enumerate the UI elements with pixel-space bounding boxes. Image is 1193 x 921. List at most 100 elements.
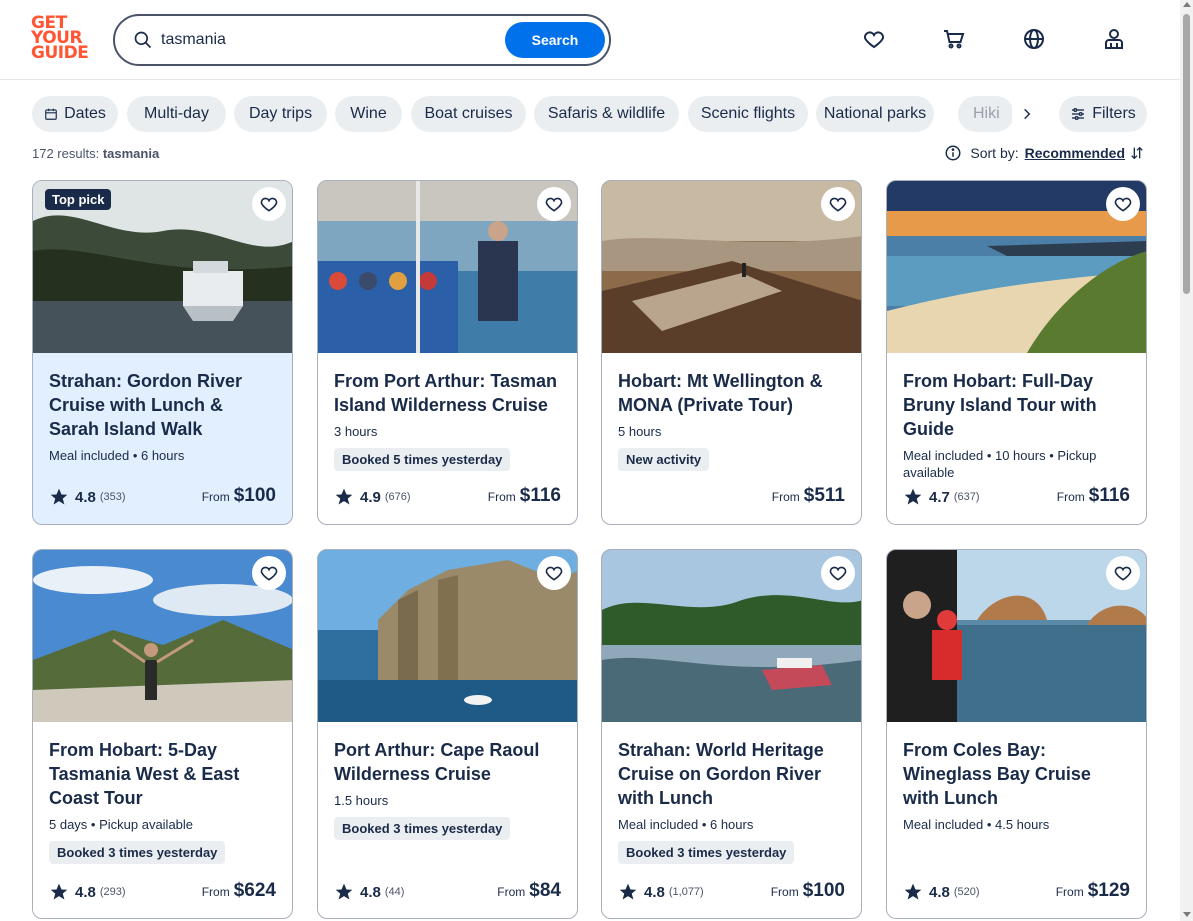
star-icon [904,883,922,900]
page-scrollbar[interactable] [1180,0,1193,921]
activity-title[interactable]: Hobart: Mt Wellington & MONA (Private To… [618,369,845,417]
price-from-label: From [201,490,230,504]
wishlist-button[interactable] [821,187,855,221]
chip-dates[interactable]: Dates [32,96,118,132]
cart-icon[interactable] [941,26,967,52]
filter-chips-row: Dates Multi-day Day trips Wine Boat crui… [32,96,1147,132]
star-icon [335,883,353,900]
activity-price: From $511 [772,485,845,507]
activity-card[interactable]: Port Arthur: Cape Raoul Wilderness Cruis… [317,549,578,919]
activity-title[interactable]: Strahan: World Heritage Cruise on Gordon… [618,738,845,810]
filters-label: Filters [1092,105,1136,122]
activity-meta: Meal included • 6 hours [618,817,754,832]
search-input[interactable] [161,26,501,54]
info-icon[interactable] [944,144,962,162]
results-query: tasmania [102,146,160,161]
price-from-label: From [771,490,800,504]
activity-rating: 4.8 (1,077) [618,882,704,902]
rating-value: 4.8 [75,488,96,506]
scroll-down-arrow-icon[interactable] [1183,912,1191,917]
chip-day-trips[interactable]: Day trips [234,96,327,132]
booked-badge: Booked 3 times yesterday [618,841,795,864]
chip-boat-cruises[interactable]: Boat cruises [411,96,526,132]
activity-price: From $116 [488,485,561,507]
activity-card[interactable]: From Port Arthur: Tasman Island Wilderne… [317,180,578,525]
activity-card[interactable]: From Coles Bay: Wineglass Bay Cruise wit… [886,549,1147,919]
activity-title[interactable]: From Port Arthur: Tasman Island Wilderne… [334,369,561,417]
chip-multi-day[interactable]: Multi-day [127,96,226,132]
wishlist-button[interactable] [1106,187,1140,221]
activity-rating: 4.8 (353) [49,487,126,507]
wishlist-button[interactable] [1106,556,1140,590]
heart-icon [1114,197,1132,212]
rating-value: 4.7 [929,488,950,506]
star-icon [619,883,637,900]
review-count: (676) [384,491,411,503]
chip-safaris-wildlife[interactable]: Safaris & wildlife [534,96,679,132]
activity-rating: 4.8 (520) [903,882,980,902]
activity-image [602,550,861,722]
activity-title[interactable]: Port Arthur: Cape Raoul Wilderness Cruis… [334,738,561,786]
wishlist-button[interactable] [252,187,286,221]
chip-label: Hiki [973,105,1000,122]
activity-price: From $100 [202,485,276,507]
activity-card[interactable]: Top pick Strahan: Gordon River Cruise wi… [32,180,293,525]
activity-image [318,181,577,353]
price-amount: $100 [233,485,276,506]
activity-meta: Meal included • 4.5 hours [903,817,1050,832]
chip-label: Boat cruises [424,105,513,122]
heart-icon [1114,566,1132,581]
chip-hiking[interactable]: Hiki [958,96,1014,132]
filters-button[interactable]: Filters [1059,96,1147,132]
top-pick-badge: Top pick [45,189,112,210]
rating-value: 4.8 [929,883,950,901]
results-count-text: 172 results: [32,146,100,161]
wishlist-button[interactable] [252,556,286,590]
review-count: (637) [953,491,980,503]
language-globe-icon[interactable] [1021,26,1047,52]
price-from-label: From [497,885,526,899]
star-icon [904,488,922,505]
chip-scenic-flights[interactable]: Scenic flights [688,96,808,132]
review-count: (293) [99,886,126,898]
logo-line-3: GUIDE [31,43,89,63]
activity-title[interactable]: From Hobart: 5-Day Tasmania West & East … [49,738,276,810]
wishlist-button[interactable] [821,556,855,590]
wishlist-heart-icon[interactable] [861,26,887,52]
activity-image [318,550,577,722]
results-count: 172 results: tasmania [32,146,159,161]
price-from-label: From [1056,490,1085,504]
scrollbar-thumb[interactable] [1183,14,1190,294]
activity-image [602,181,861,353]
profile-icon[interactable] [1101,26,1127,52]
activity-title[interactable]: From Coles Bay: Wineglass Bay Cruise wit… [903,738,1130,810]
activity-card[interactable]: Hobart: Mt Wellington & MONA (Private To… [601,180,862,525]
activity-title[interactable]: Strahan: Gordon River Cruise with Lunch … [49,369,276,441]
activity-card[interactable]: From Hobart: 5-Day Tasmania West & East … [32,549,293,919]
activity-title[interactable]: From Hobart: Full-Day Bruny Island Tour … [903,369,1130,441]
getyourguide-logo[interactable]: GET YOUR GUIDE [31,15,91,64]
wishlist-button[interactable] [537,556,571,590]
sort-dropdown[interactable]: Recommended [1025,145,1125,161]
price-amount: $116 [1088,485,1130,506]
activity-price: From $116 [1057,485,1130,507]
chip-wine[interactable]: Wine [335,96,402,132]
scroll-up-arrow-icon[interactable] [1183,2,1191,7]
heart-icon [545,566,563,581]
activity-meta: Meal included • 10 hours • Pickup availa… [903,448,1097,480]
chip-label: Day trips [248,105,313,122]
review-count: (44) [384,886,405,898]
chips-next-chevron-icon[interactable] [1012,96,1042,132]
activity-card[interactable]: From Hobart: Full-Day Bruny Island Tour … [886,180,1147,525]
top-header: GET YOUR GUIDE Search [0,0,1180,80]
chip-national-parks[interactable]: National parks [816,96,934,132]
star-icon [50,488,68,505]
review-count: (520) [953,886,980,898]
sort-arrows-icon[interactable] [1129,145,1145,161]
wishlist-button[interactable] [537,187,571,221]
activity-image [887,181,1146,353]
activity-rating: 4.7 (637) [903,487,980,507]
activity-card[interactable]: Strahan: World Heritage Cruise on Gordon… [601,549,862,919]
search-button[interactable]: Search [505,22,605,58]
booked-badge: Booked 5 times yesterday [334,448,511,471]
